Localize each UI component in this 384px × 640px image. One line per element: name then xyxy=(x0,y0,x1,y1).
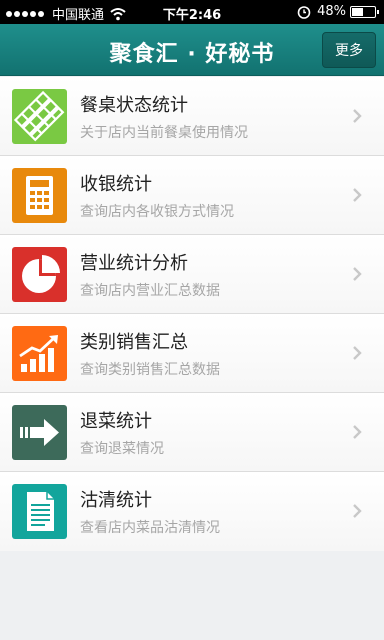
menu-item[interactable]: 类别销售汇总查询类别销售汇总数据 xyxy=(0,314,384,393)
nav-bar: 聚食汇 · 好秘书 更多 xyxy=(0,24,384,76)
table-status-icon xyxy=(12,89,67,144)
growth-chart-icon xyxy=(12,326,67,381)
menu-item-title: 类别销售汇总 xyxy=(80,332,188,353)
alarm-icon xyxy=(297,5,311,19)
menu-item-subtitle: 查询退菜情况 xyxy=(80,441,164,457)
menu-item[interactable]: 营业统计分析查询店内营业汇总数据 xyxy=(0,235,384,314)
menu-item-subtitle: 查询店内营业汇总数据 xyxy=(80,283,220,299)
pie-chart-icon xyxy=(12,247,67,302)
chevron-right-icon xyxy=(352,503,362,519)
menu-item-title: 退菜统计 xyxy=(80,411,152,432)
menu-item-title: 收银统计 xyxy=(80,174,152,195)
menu-item[interactable]: 餐桌状态统计关于店内当前餐桌使用情况 xyxy=(0,77,384,156)
chevron-right-icon xyxy=(352,424,362,440)
menu-item-subtitle: 查询类别销售汇总数据 xyxy=(80,362,220,378)
menu-item-title: 营业统计分析 xyxy=(80,253,188,274)
menu-item[interactable]: 收银统计查询店内各收银方式情况 xyxy=(0,156,384,235)
battery-level xyxy=(352,7,363,16)
menu-list: 餐桌状态统计 关于店内当前餐桌使用情况 收银统计 查询店内各收银方式情况 营业统计分析查… xyxy=(0,77,384,551)
chevron-right-icon xyxy=(352,345,362,361)
chevron-right-icon xyxy=(352,108,362,124)
chevron-right-icon xyxy=(352,187,362,203)
status-bar: 中国联通 下午2:46 48% xyxy=(0,0,384,24)
return-arrow-icon xyxy=(12,405,67,460)
menu-item[interactable]: 沽清统计查看店内菜品沽清情况 xyxy=(0,472,384,551)
battery-percent: 48% xyxy=(317,4,346,19)
battery-icon xyxy=(350,5,379,18)
menu-item-subtitle: 查询店内各收银方式情况 xyxy=(80,204,234,220)
document-icon xyxy=(12,484,67,539)
chevron-right-icon xyxy=(352,266,362,282)
more-button[interactable]: 更多 xyxy=(322,32,376,68)
menu-item-title: 餐桌状态统计 xyxy=(80,95,188,116)
menu-item[interactable]: 退菜统计查询退菜情况 xyxy=(0,393,384,472)
menu-item-subtitle: 查看店内菜品沽清情况 xyxy=(80,520,220,536)
calculator-icon xyxy=(12,168,67,223)
menu-item-subtitle: 关于店内当前餐桌使用情况 xyxy=(80,125,248,141)
status-right: 48% xyxy=(297,4,379,19)
menu-item-title: 沽清统计 xyxy=(80,490,152,511)
